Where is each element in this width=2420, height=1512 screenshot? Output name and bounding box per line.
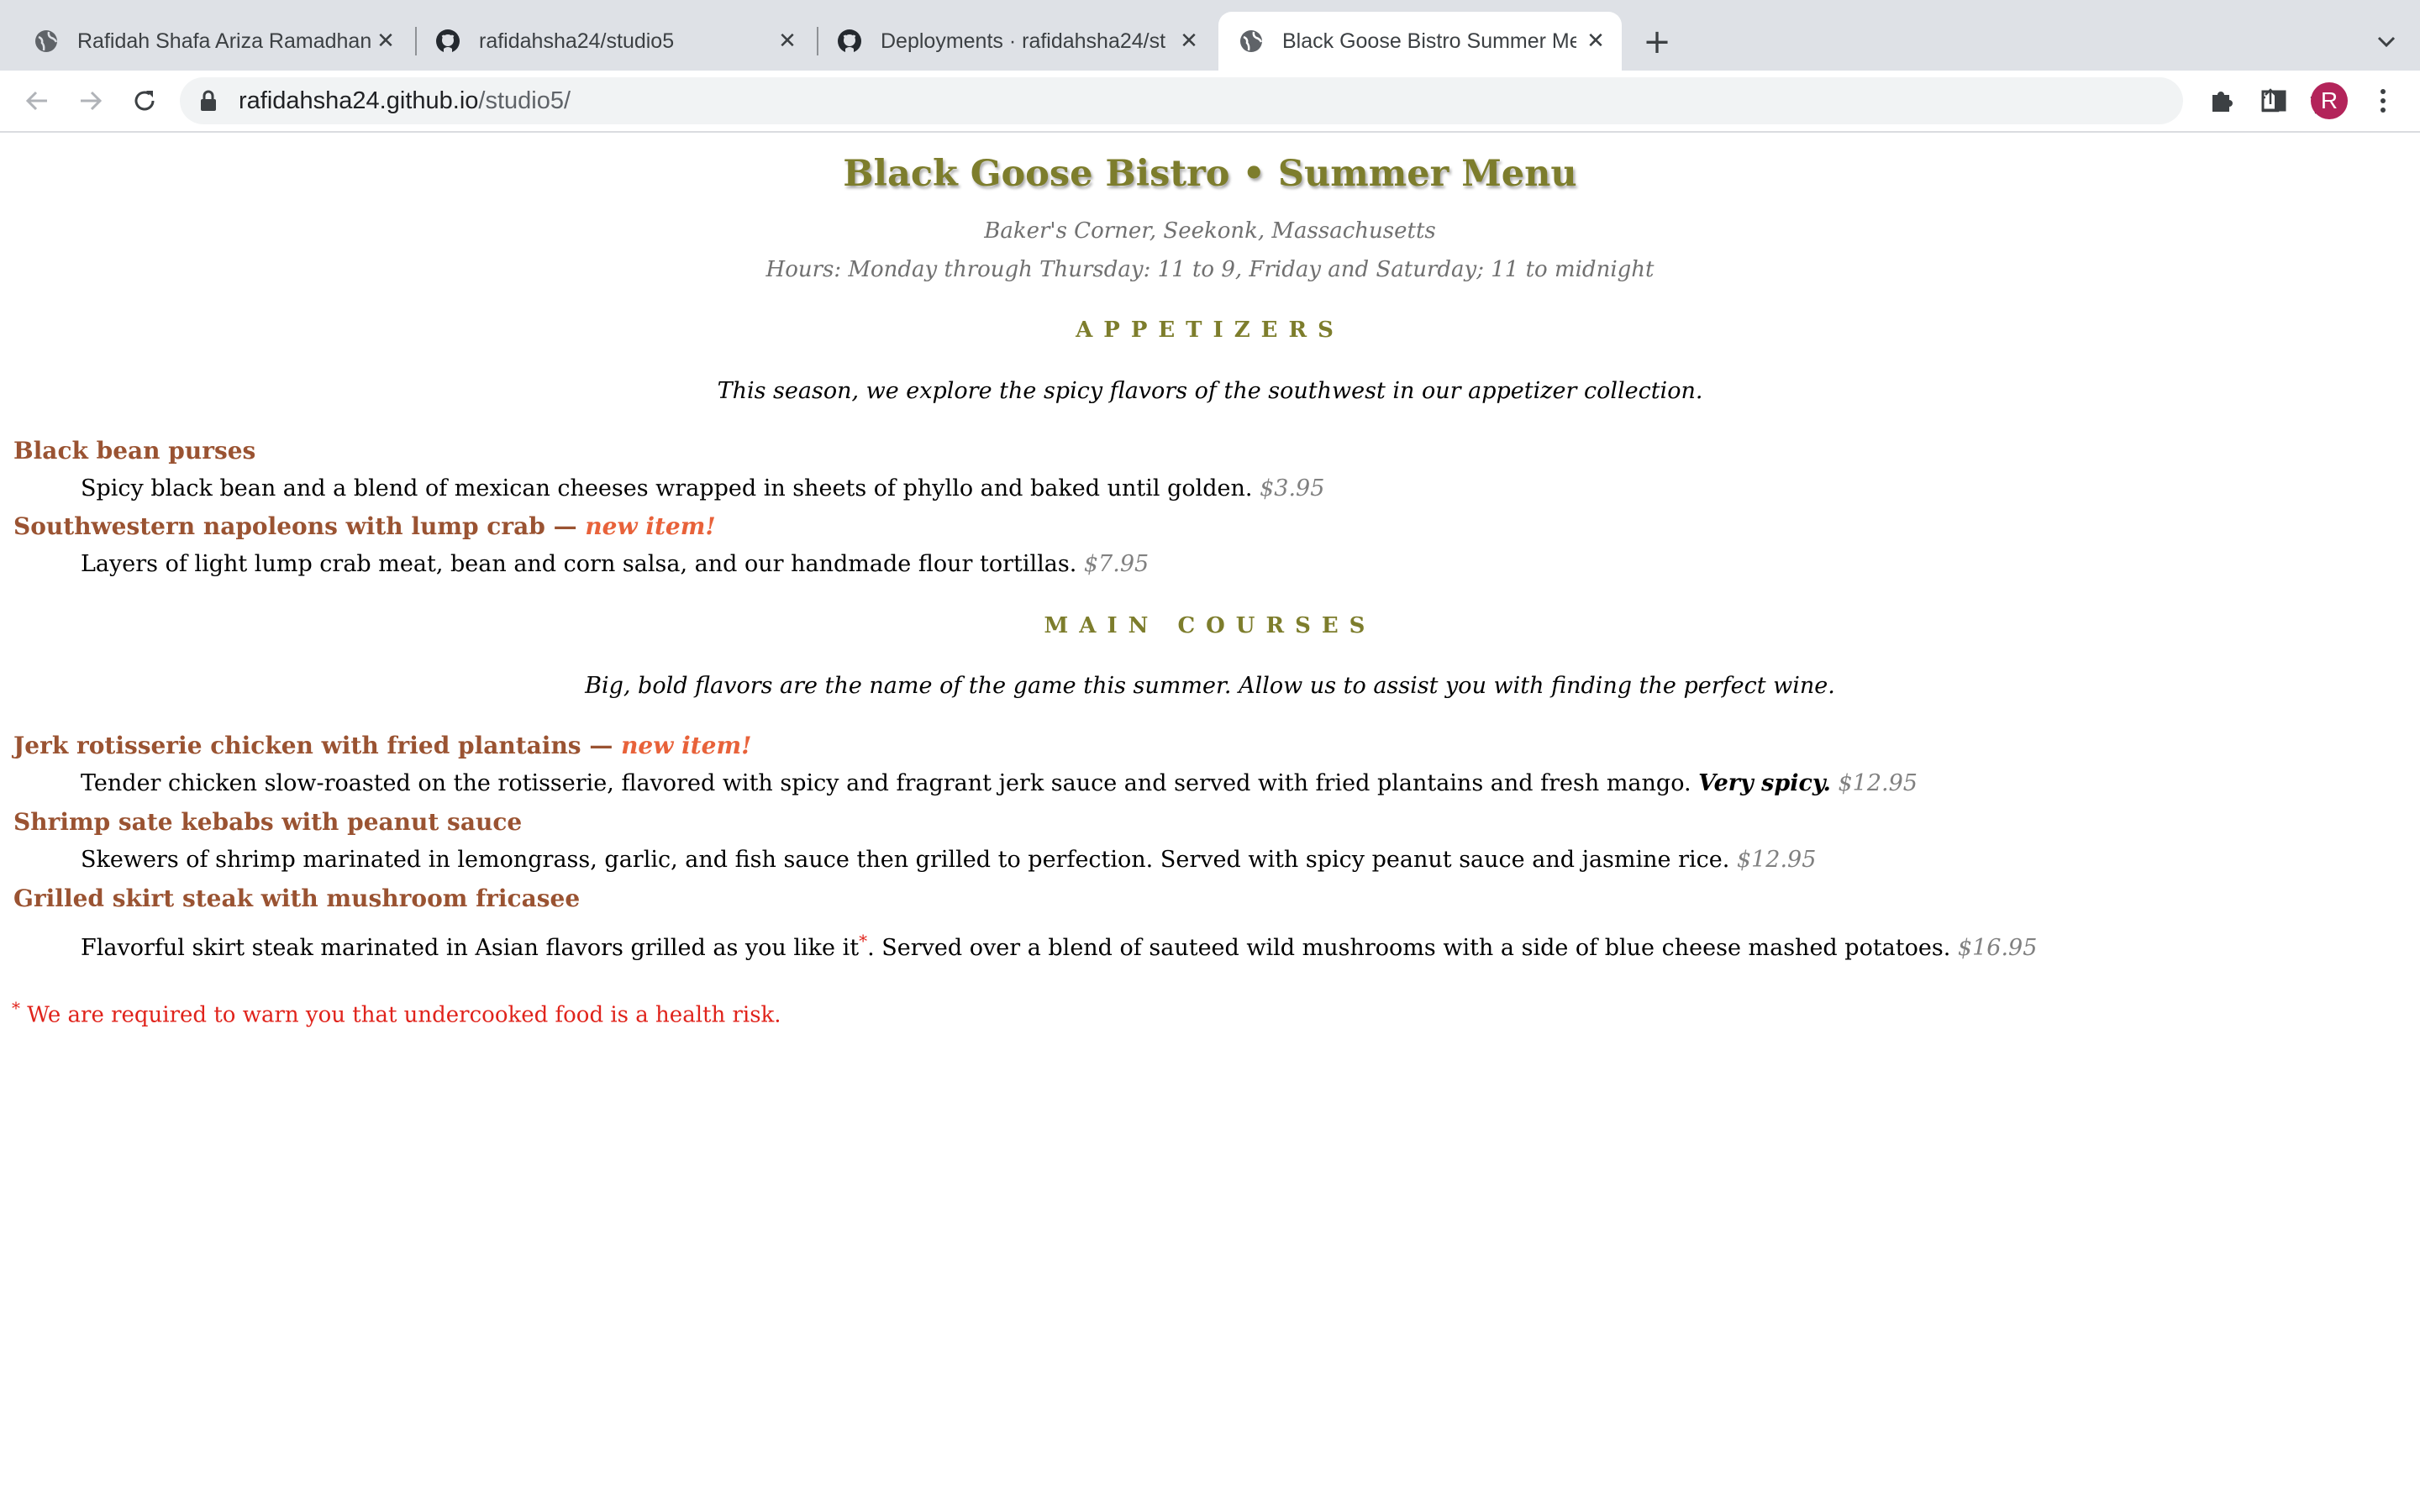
hours-text: Hours: Monday through Thursday: 11 to 9,… bbox=[765, 257, 1655, 282]
description-text: . Served over a blend of sauteed wild mu… bbox=[867, 935, 1951, 961]
dish-description: Layers of light lump crab meat, bean and… bbox=[81, 551, 1149, 577]
github-icon bbox=[435, 29, 460, 54]
tab-1[interactable]: Rafidah Shafa Ariza Ramadhan ✕ bbox=[0, 12, 412, 71]
side-panel-icon[interactable] bbox=[2257, 84, 2291, 118]
github-icon bbox=[837, 29, 862, 54]
description-text: Skewers of shrimp marinated in lemongras… bbox=[81, 847, 1730, 873]
location-text: Baker's Corner, Seekonk, Massachusetts bbox=[984, 218, 1436, 244]
back-button[interactable] bbox=[15, 79, 59, 123]
dish-title: Shrimp sate kebabs with peanut sauce bbox=[13, 808, 523, 836]
dish-name: Shrimp sate kebabs with peanut sauce bbox=[13, 808, 522, 836]
warning-text: We are required to warn you that underco… bbox=[20, 1002, 781, 1028]
profile-avatar[interactable]: R bbox=[2311, 82, 2348, 119]
health-warning-footnote: * We are required to warn you that under… bbox=[12, 998, 781, 1028]
appetizers-heading: APPETIZERS bbox=[1076, 318, 1344, 343]
description-text: Layers of light lump crab meat, bean and… bbox=[81, 551, 1077, 577]
dish-title: Jerk rotisserie chicken with fried plant… bbox=[13, 732, 622, 759]
dish-title: Grilled skirt steak with mushroom fricas… bbox=[13, 885, 581, 912]
tab-title: rafidahsha24/studio5 bbox=[479, 29, 675, 53]
footnote-mark: * bbox=[859, 931, 868, 951]
dish-description: Spicy black bean and a blend of mexican … bbox=[81, 475, 1324, 501]
tab-2[interactable]: rafidahsha24/studio5 ✕ bbox=[402, 12, 813, 71]
url-host: rafidahsha24.github.io bbox=[239, 87, 479, 114]
browser-toolbar: rafidahsha24.github.io/studio5/ R bbox=[0, 71, 2420, 133]
price: $16.95 bbox=[1957, 935, 2038, 961]
description-text: Flavorful skirt steak marinated in Asian… bbox=[81, 935, 860, 961]
close-tab-icon[interactable]: ✕ bbox=[1581, 27, 1610, 55]
price: $3.95 bbox=[1260, 475, 1325, 501]
page-title: Black Goose Bistro • Summer Menu bbox=[843, 153, 1577, 195]
close-tab-icon[interactable]: ✕ bbox=[371, 27, 400, 55]
menu-page: Black Goose Bistro • Summer Menu Baker's… bbox=[0, 133, 2420, 1512]
tab-title: Black Goose Bistro Summer Me bbox=[1282, 29, 1576, 53]
dish-name: Southwestern napoleons with lump crab — … bbox=[13, 512, 716, 540]
globe-icon bbox=[34, 29, 59, 54]
footnote-mark: * bbox=[12, 998, 20, 1018]
tab-title: Rafidah Shafa Ariza Ramadhan bbox=[77, 29, 372, 53]
new-item-badge: new item! bbox=[621, 732, 752, 759]
new-tab-button[interactable]: + bbox=[1639, 23, 1676, 61]
tab-4-active[interactable]: Black Goose Bistro Summer Me ✕ bbox=[1218, 12, 1622, 71]
url-path: /studio5/ bbox=[478, 87, 571, 114]
dish-title: Black bean purses bbox=[13, 437, 256, 465]
dish-name: Black bean purses bbox=[13, 437, 255, 465]
appetizers-intro: This season, we explore the spicy flavor… bbox=[717, 378, 1703, 404]
close-tab-icon[interactable]: ✕ bbox=[1175, 27, 1203, 55]
spicy-note: Very spicy. bbox=[1698, 770, 1831, 796]
dish-title: Southwestern napoleons with lump crab — bbox=[13, 512, 586, 540]
dish-name: Jerk rotisserie chicken with fried plant… bbox=[13, 732, 751, 759]
forward-button[interactable] bbox=[69, 79, 113, 123]
close-tab-icon[interactable]: ✕ bbox=[773, 27, 802, 55]
dish-name: Grilled skirt steak with mushroom fricas… bbox=[13, 885, 580, 912]
url-text: rafidahsha24.github.io/studio5/ bbox=[239, 77, 571, 124]
main-courses-intro: Big, bold flavors are the name of the ga… bbox=[585, 673, 1835, 699]
description-text: Spicy black bean and a blend of mexican … bbox=[81, 475, 1253, 501]
price: $7.95 bbox=[1083, 551, 1150, 577]
extensions-puzzle-icon[interactable] bbox=[2205, 84, 2238, 118]
tab-3[interactable]: Deployments · rafidahsha24/st ✕ bbox=[803, 12, 1215, 71]
tab-title: Deployments · rafidahsha24/st bbox=[881, 29, 1166, 53]
lock-icon[interactable] bbox=[197, 89, 220, 113]
dish-description: Flavorful skirt steak marinated in Asian… bbox=[81, 931, 2037, 961]
globe-icon bbox=[1239, 29, 1264, 54]
main-courses-heading: MAIN COURSES bbox=[1044, 613, 1376, 638]
new-item-badge: new item! bbox=[585, 512, 716, 540]
kebab-menu-icon[interactable] bbox=[2366, 84, 2400, 118]
dish-description: Tender chicken slow-roasted on the rotis… bbox=[81, 770, 1918, 796]
reload-button[interactable] bbox=[123, 79, 166, 123]
dish-description: Skewers of shrimp marinated in lemongras… bbox=[81, 847, 1816, 873]
address-bar[interactable]: rafidahsha24.github.io/studio5/ bbox=[180, 77, 2338, 124]
price: $12.95 bbox=[1736, 847, 1817, 873]
tab-strip: Rafidah Shafa Ariza Ramadhan ✕ rafidahsh… bbox=[0, 0, 2420, 71]
tab-search-icon[interactable] bbox=[2370, 25, 2403, 59]
description-text: Tender chicken slow-roasted on the rotis… bbox=[81, 770, 1691, 796]
price: $12.95 bbox=[1838, 770, 1918, 796]
